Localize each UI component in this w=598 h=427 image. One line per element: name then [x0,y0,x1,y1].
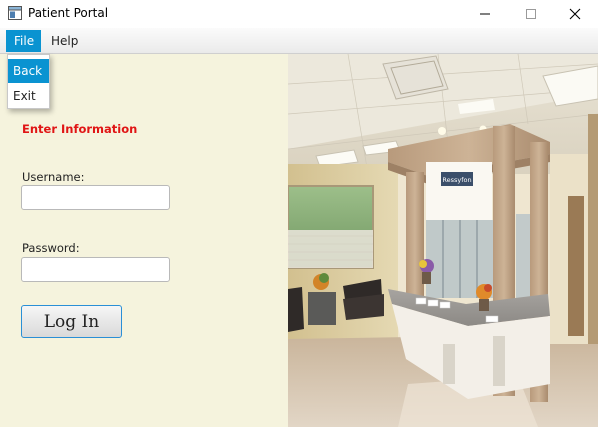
maximize-button[interactable] [508,0,554,28]
menu-bar: File Help [0,28,598,54]
menu-item-exit[interactable]: Exit [8,84,49,108]
username-label: Username: [22,170,85,184]
login-button[interactable]: Log In [21,305,122,338]
close-button[interactable] [552,0,598,28]
app-window: Patient Portal File Help Enter Informati… [0,0,598,427]
minimize-icon [480,13,490,15]
clinic-lobby-photo: Ressyfon [288,54,598,427]
app-window-icon [8,6,22,20]
window-title: Patient Portal [28,6,109,20]
username-input[interactable] [21,185,170,210]
menu-file[interactable]: File [6,30,41,52]
clinic-lobby-image: Ressyfon [288,54,598,427]
menu-item-back[interactable]: Back [8,59,49,83]
reception-sign: Ressyfon [442,176,471,184]
form-heading: Enter Information [22,122,138,136]
menu-help[interactable]: Help [43,30,86,52]
file-dropdown-menu: Back Exit [7,54,50,109]
password-label: Password: [22,241,80,255]
title-bar[interactable]: Patient Portal [0,0,598,28]
close-icon [569,8,581,20]
minimize-button[interactable] [462,0,508,28]
maximize-icon [526,9,536,19]
password-input[interactable] [21,257,170,282]
